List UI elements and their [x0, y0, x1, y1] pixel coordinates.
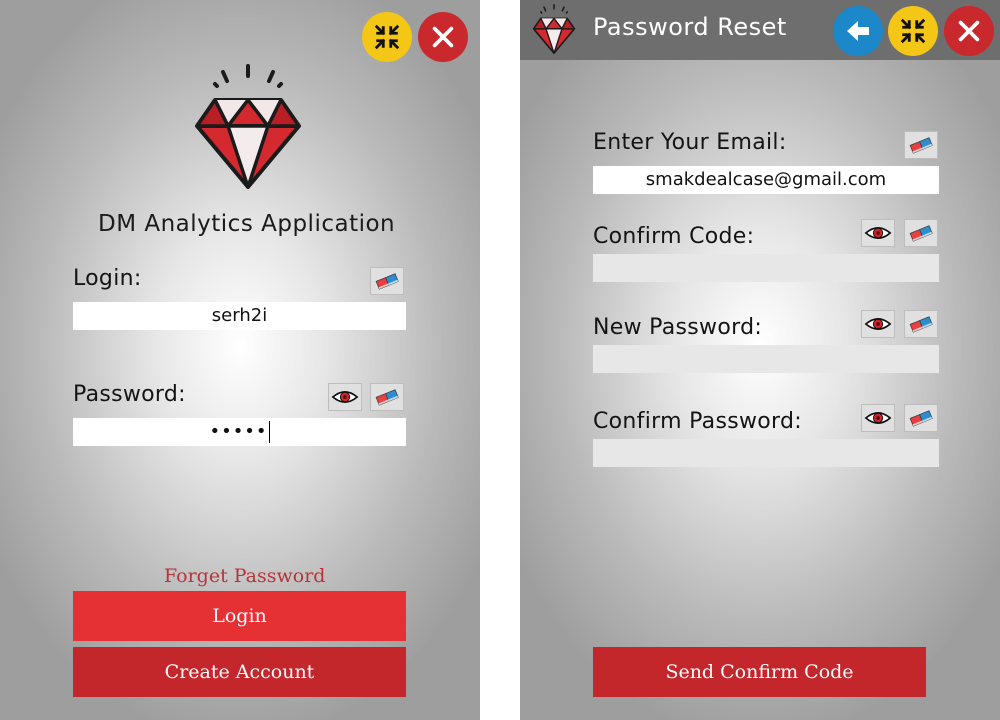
email-input[interactable]: smakdealcase@gmail.com: [593, 166, 939, 194]
confirm-code-input[interactable]: [593, 254, 939, 282]
clear-email-button[interactable]: [904, 131, 938, 159]
back-button[interactable]: [833, 6, 883, 56]
eye-icon: [331, 387, 359, 407]
forget-password-link[interactable]: Forget Password: [164, 565, 325, 587]
minimize-icon: [899, 17, 927, 45]
eraser-icon: [908, 314, 934, 334]
clear-login-button[interactable]: [370, 267, 404, 295]
toggle-confirm-password-visibility-button[interactable]: [861, 404, 895, 432]
create-account-button[interactable]: Create Account: [73, 647, 406, 697]
eraser-icon: [908, 223, 934, 243]
minimize-icon: [373, 23, 401, 51]
diamond-logo-icon: [532, 4, 576, 54]
close-icon: [955, 17, 983, 45]
new-password-input[interactable]: [593, 345, 939, 373]
password-label: Password:: [73, 382, 186, 407]
clear-code-button[interactable]: [904, 219, 938, 247]
login-window: DM Analytics Application Login: serh2i P…: [0, 0, 480, 720]
email-label: Enter Your Email:: [593, 130, 787, 155]
clear-password-button[interactable]: [370, 383, 404, 411]
eye-icon: [864, 408, 892, 428]
close-icon: [429, 23, 457, 51]
close-button[interactable]: [944, 6, 994, 56]
diamond-logo-icon: [193, 64, 303, 189]
eye-icon: [864, 223, 892, 243]
close-button[interactable]: [418, 12, 468, 62]
window-title: Password Reset: [593, 13, 787, 41]
clear-confirm-password-button[interactable]: [904, 404, 938, 432]
confirm-password-input[interactable]: [593, 439, 939, 467]
app-title: DM Analytics Application: [98, 211, 396, 237]
login-label: Login:: [73, 266, 142, 291]
toggle-code-visibility-button[interactable]: [861, 219, 895, 247]
toggle-password-visibility-button[interactable]: [328, 383, 362, 411]
minimize-button[interactable]: [362, 12, 412, 62]
eraser-icon: [374, 271, 400, 291]
text-caret: [268, 421, 270, 443]
eraser-icon: [908, 135, 934, 155]
password-mask: •••••: [209, 421, 268, 442]
new-password-label: New Password:: [593, 315, 763, 340]
login-input[interactable]: serh2i: [73, 302, 406, 330]
confirm-password-label: Confirm Password:: [593, 409, 802, 434]
back-arrow-icon: [843, 16, 873, 46]
eraser-icon: [374, 387, 400, 407]
toggle-new-password-visibility-button[interactable]: [861, 310, 895, 338]
clear-new-password-button[interactable]: [904, 310, 938, 338]
login-button[interactable]: Login: [73, 591, 406, 641]
confirm-code-label: Confirm Code:: [593, 224, 755, 249]
password-input[interactable]: •••••: [73, 418, 406, 446]
send-confirm-code-button[interactable]: Send Confirm Code: [593, 647, 926, 697]
eraser-icon: [908, 408, 934, 428]
eye-icon: [864, 314, 892, 334]
minimize-button[interactable]: [888, 6, 938, 56]
password-reset-window: Password Reset Enter Your Email: smakdea…: [520, 0, 1000, 720]
